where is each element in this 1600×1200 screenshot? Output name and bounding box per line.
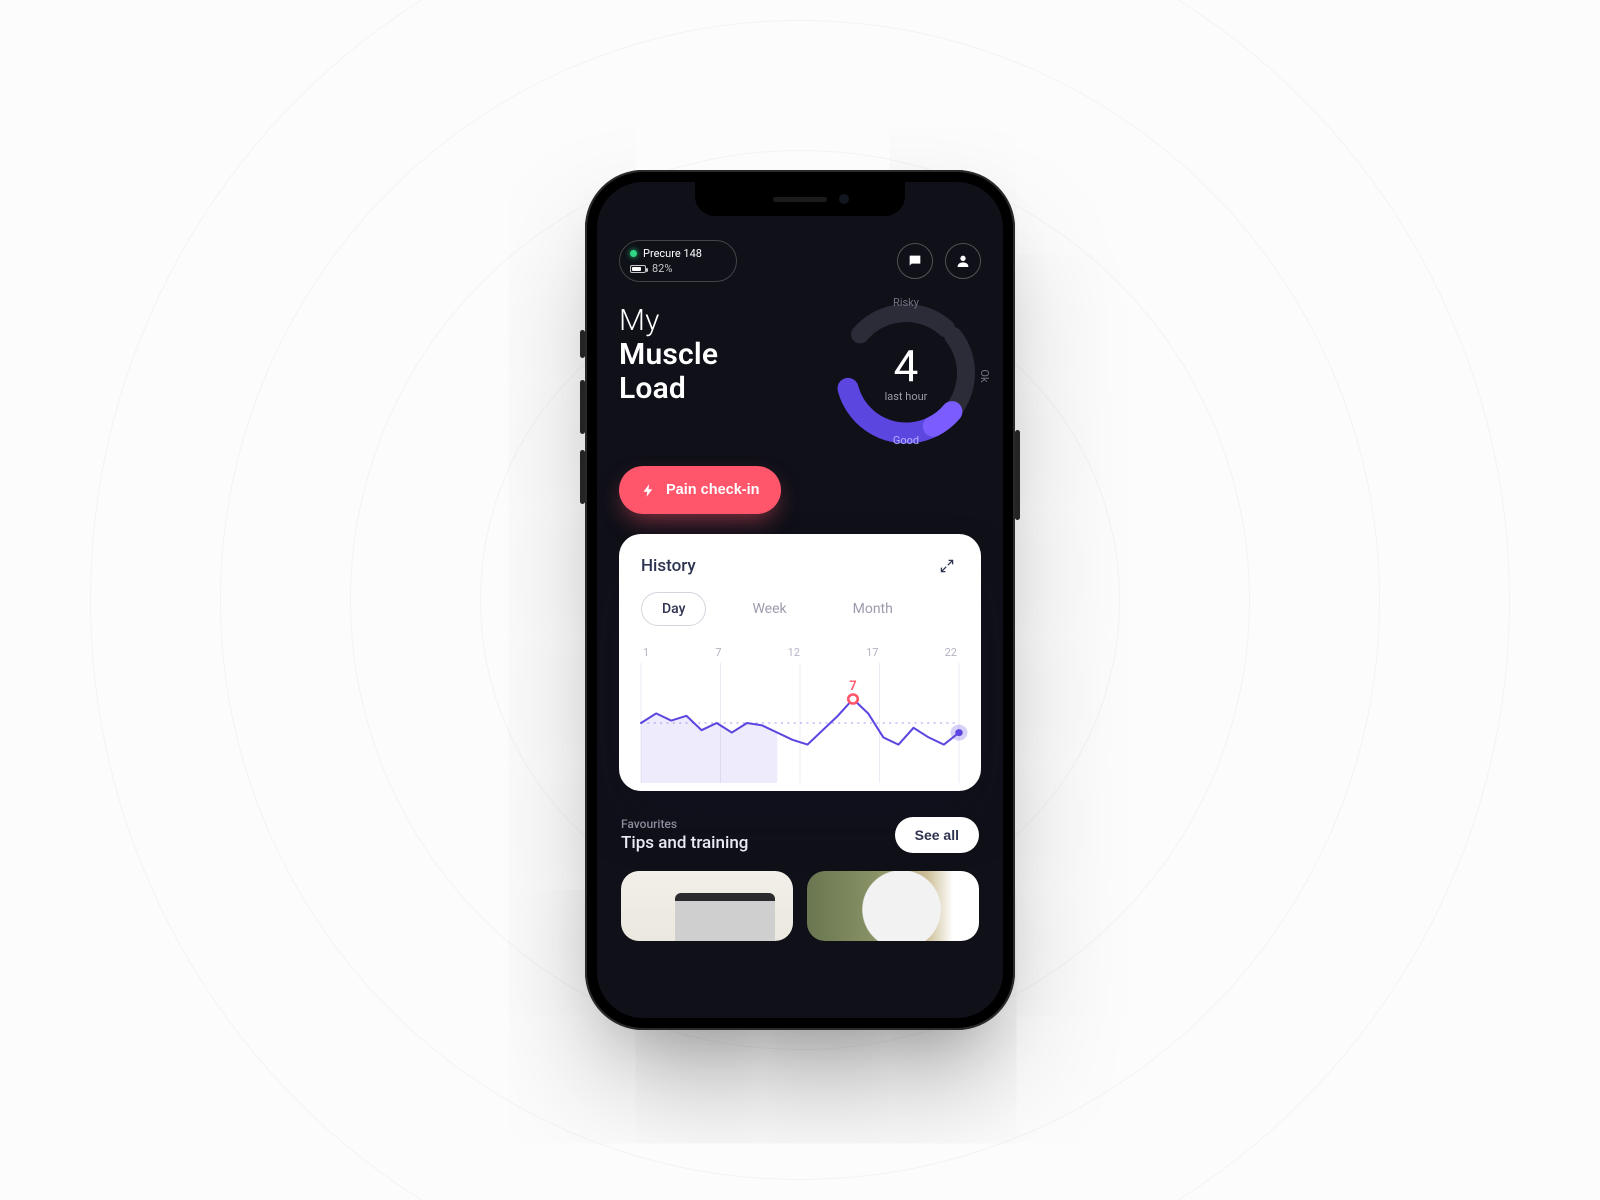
history-title: History — [641, 556, 696, 576]
pain-checkin-button[interactable]: Pain check-in — [619, 466, 781, 514]
chat-button[interactable] — [897, 243, 933, 279]
muscle-load-gauge: 4 last hour Risky Ok Good — [831, 298, 981, 448]
favourites-eyebrow: Favourites — [621, 817, 748, 831]
x-tick: 12 — [788, 646, 800, 659]
title-line1: My — [619, 303, 660, 338]
chart-x-axis: 1 7 12 17 22 — [641, 646, 959, 659]
bolt-icon — [641, 483, 656, 498]
expand-button[interactable] — [935, 554, 959, 578]
user-icon — [955, 253, 971, 269]
favourite-thumb-2[interactable] — [807, 871, 979, 941]
tab-month[interactable]: Month — [833, 593, 913, 625]
gauge-label-good: Good — [893, 434, 919, 447]
tab-week[interactable]: Week — [732, 593, 806, 625]
profile-button[interactable] — [945, 243, 981, 279]
cta-label: Pain check-in — [666, 482, 759, 498]
gauge-label-ok: Ok — [978, 370, 991, 383]
device-name-label: Precure 148 — [643, 247, 702, 260]
x-tick: 7 — [715, 646, 721, 659]
title-line2: Muscle — [619, 338, 718, 372]
see-all-button[interactable]: See all — [895, 817, 979, 853]
favourites-title: Tips and training — [621, 833, 748, 853]
title-line3: Load — [619, 372, 718, 406]
history-chart: 7 — [641, 663, 959, 783]
phone-frame: Precure 148 82% — [585, 170, 1015, 1030]
gauge-label-risky: Risky — [893, 296, 919, 309]
chat-icon — [907, 253, 923, 269]
screen: Precure 148 82% — [597, 182, 1003, 1018]
chart-callout-value: 7 — [849, 679, 856, 694]
history-card: History Day Week Month 1 7 12 — [619, 534, 981, 791]
device-status-pill[interactable]: Precure 148 82% — [619, 240, 737, 282]
favourite-thumb-1[interactable] — [621, 871, 793, 941]
battery-icon — [630, 265, 646, 273]
x-tick: 17 — [866, 646, 878, 659]
history-tabs: Day Week Month — [641, 592, 959, 626]
expand-icon — [939, 558, 955, 574]
page-title: My Muscle Load — [619, 304, 718, 405]
battery-label: 82% — [652, 262, 672, 275]
x-tick: 22 — [945, 646, 957, 659]
tab-day[interactable]: Day — [641, 592, 706, 626]
connection-dot-icon — [630, 250, 637, 257]
x-tick: 1 — [643, 646, 649, 659]
